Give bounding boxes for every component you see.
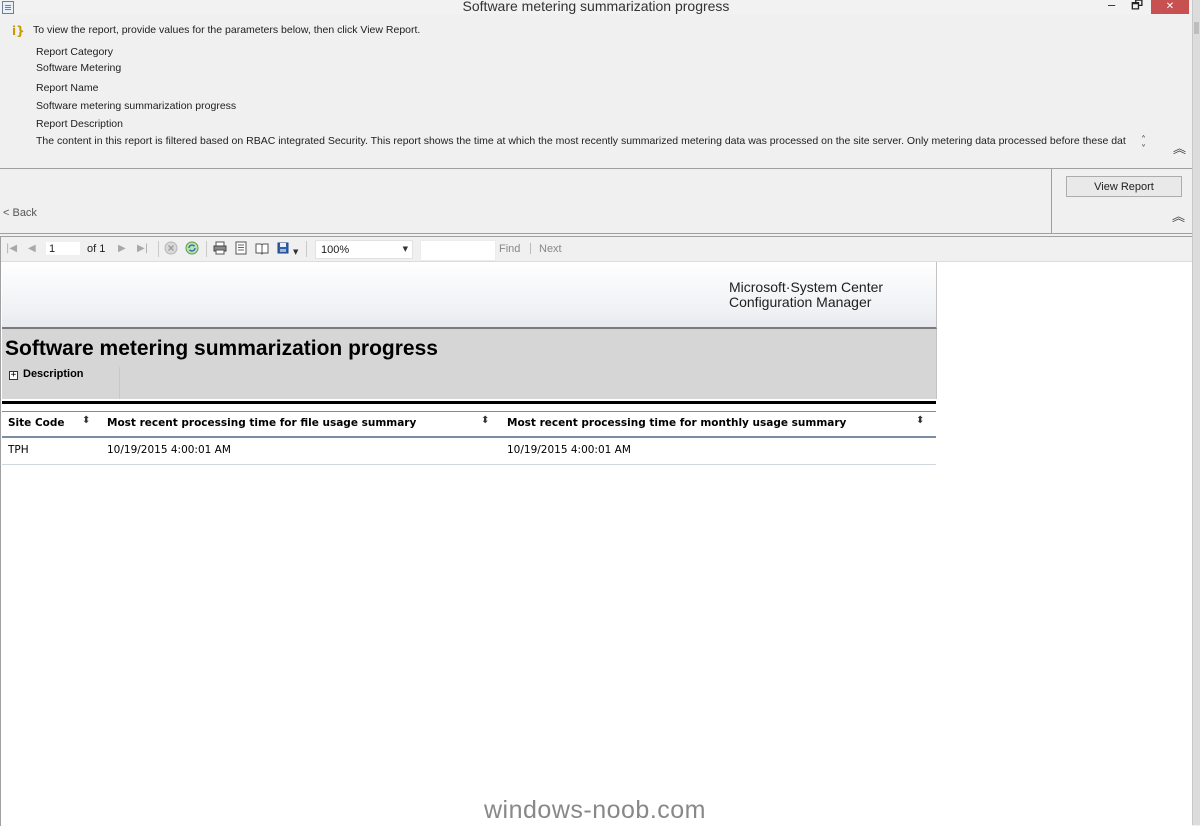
toolbar-separator: [158, 241, 159, 257]
print-layout-icon[interactable]: [234, 241, 248, 255]
report-description-value: The content in this report is filtered b…: [36, 135, 1126, 147]
brand-line-2: Configuration Manager: [729, 294, 872, 310]
description-toggle-label: Description: [23, 368, 84, 380]
column-header-file-usage[interactable]: Most recent processing time for file usa…: [107, 417, 416, 429]
page-setup-icon[interactable]: [255, 241, 269, 255]
previous-page-icon[interactable]: ◀: [28, 243, 36, 255]
column-header-site-code[interactable]: Site Code: [8, 417, 65, 429]
print-icon[interactable]: [213, 241, 227, 255]
header-divider: [2, 401, 936, 404]
results-table: Site Code ⬍ Most recent processing time …: [2, 411, 936, 465]
toolbar-separator: [206, 241, 207, 257]
report-viewer: |◀ ◀ of 1 ▶ ▶| ▼ 100% ▼ Find Next Micros…: [0, 236, 1192, 826]
export-icon[interactable]: [277, 241, 291, 255]
report-description-label: Report Description: [36, 118, 123, 130]
report-page: Microsoft·System Center Configuration Ma…: [2, 262, 937, 822]
viewer-toolbar: |◀ ◀ of 1 ▶ ▶| ▼ 100% ▼ Find Next: [1, 237, 1192, 262]
report-name-value: Software metering summarization progress: [36, 100, 237, 112]
report-title: Software metering summarization progress: [5, 337, 438, 360]
edge-bar: [1194, 22, 1199, 34]
brand-line-1: Microsoft·System Center: [729, 279, 884, 295]
chevron-down-icon: ▼: [402, 245, 408, 253]
restore-button[interactable]: 🗗: [1131, 0, 1143, 13]
find-next-link[interactable]: Next: [539, 243, 562, 255]
refresh-icon[interactable]: [185, 241, 199, 255]
description-toggle[interactable]: + Description: [8, 367, 120, 399]
find-link[interactable]: Find: [499, 243, 520, 255]
report-header: Software metering summarization progress…: [2, 329, 937, 399]
watermark: windows-noob.com: [484, 796, 706, 824]
cell-file-usage-time: 10/19/2015 4:00:01 AM: [107, 444, 231, 456]
column-header-monthly-usage[interactable]: Most recent processing time for monthly …: [507, 417, 846, 429]
report-action-bar: < Back View Report ︽: [0, 169, 1192, 234]
report-category-value: Software Metering: [36, 62, 122, 74]
cell-site-code: TPH: [8, 444, 29, 456]
first-page-icon[interactable]: |◀: [6, 243, 17, 255]
collapse-toolbar-icon[interactable]: ︽: [1172, 211, 1185, 224]
back-link[interactable]: < Back: [3, 207, 37, 219]
next-page-icon[interactable]: ▶: [118, 243, 126, 255]
product-logo: Microsoft·System Center Configuration Ma…: [729, 280, 883, 310]
cell-monthly-usage-time: 10/19/2015 4:00:01 AM: [507, 444, 631, 456]
close-button[interactable]: ✕: [1151, 0, 1189, 14]
page-number-input[interactable]: [45, 241, 81, 256]
sort-icon[interactable]: ⬍: [82, 415, 90, 426]
zoom-select[interactable]: 100% ▼: [315, 240, 413, 259]
stop-icon[interactable]: [164, 241, 178, 255]
collapse-parameters-icon[interactable]: ︽: [1173, 143, 1186, 156]
window-title-bar: Software metering summarization progress…: [0, 0, 1200, 15]
last-page-icon[interactable]: ▶|: [137, 243, 148, 255]
info-icon: i}: [12, 24, 25, 38]
zoom-value: 100%: [321, 244, 350, 256]
page-count-label: of 1: [87, 243, 106, 255]
sort-icon[interactable]: ⬍: [481, 415, 489, 426]
parameter-instructions: To view the report, provide values for t…: [33, 24, 421, 36]
window-edge: [1192, 0, 1200, 825]
expand-icon[interactable]: +: [9, 371, 18, 380]
parameter-panel: i} To view the report, provide values fo…: [0, 14, 1192, 169]
description-scroll-icon[interactable]: ˄ ˅: [1141, 136, 1146, 155]
table-row: TPH 10/19/2015 4:00:01 AM 10/19/2015 4:0…: [2, 438, 936, 465]
action-divider: [1051, 169, 1052, 233]
minimize-button[interactable]: –: [1108, 0, 1115, 13]
find-input[interactable]: [420, 240, 496, 261]
view-report-button[interactable]: View Report: [1066, 176, 1182, 197]
window-title: Software metering summarization progress: [462, 0, 730, 14]
report-banner: Microsoft·System Center Configuration Ma…: [2, 262, 937, 329]
sort-icon[interactable]: ⬍: [916, 415, 924, 426]
table-header: Site Code ⬍ Most recent processing time …: [2, 411, 936, 438]
export-dropdown-icon[interactable]: ▼: [293, 246, 298, 258]
find-separator: [530, 243, 531, 254]
report-name-label: Report Name: [36, 82, 99, 94]
toolbar-separator: [306, 241, 307, 257]
report-category-label: Report Category: [36, 46, 114, 58]
